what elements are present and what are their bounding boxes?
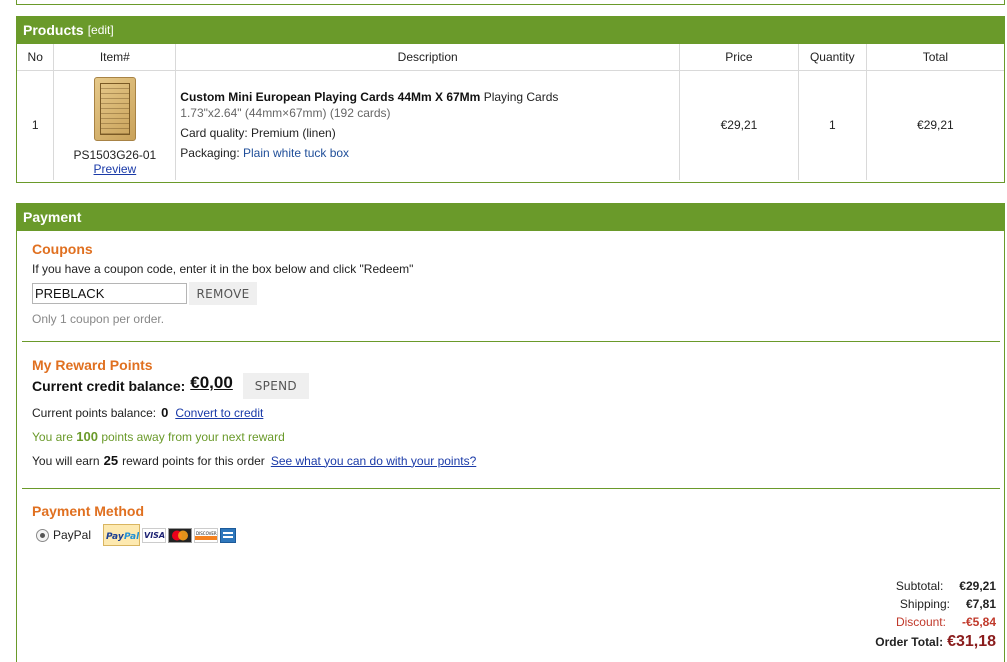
points-balance-value: 0	[161, 405, 169, 420]
payment-header: Payment	[17, 203, 1004, 231]
products-panel: Products [edit] No Item# Description Pri…	[16, 16, 1005, 183]
paypal-option-label: PayPal	[53, 528, 92, 542]
points-balance-label: Current points balance:	[32, 405, 157, 420]
products-table: No Item# Description Price Quantity Tota…	[17, 44, 1004, 180]
preview-link[interactable]: Preview	[94, 162, 137, 176]
col-header-total: Total	[865, 44, 1004, 71]
visa-logo-icon: VISA	[142, 527, 167, 543]
product-thumbnail[interactable]	[93, 76, 136, 141]
payment-method-title: Payment Method	[32, 503, 145, 519]
coupons-section: Coupons If you have a coupon code, enter…	[17, 231, 1004, 341]
coupons-title: Coupons	[32, 241, 93, 257]
credit-balance-value: €0,00	[190, 373, 233, 392]
subtotal-label: Subtotal:	[895, 579, 944, 593]
credit-balance-label: Current credit balance:	[32, 378, 186, 394]
order-total-row: Order Total: €31,18	[875, 631, 996, 653]
convert-to-credit-link[interactable]: Convert to credit	[175, 406, 263, 420]
discount-row: Discount: -€5,84	[875, 613, 996, 631]
col-header-no: No	[17, 44, 55, 71]
shipping-row: Shipping: €7,81	[875, 595, 996, 613]
row-total: €29,21	[865, 69, 1004, 180]
coupons-instructions: If you have a coupon code, enter it in t…	[32, 262, 414, 276]
earn-value: 25	[103, 453, 119, 468]
packaging-value: Plain white tuck box	[243, 146, 350, 161]
product-dimensions: 1.73"x2.64" (44mm×67mm) (192 cards)	[180, 105, 391, 120]
products-edit-link[interactable]: [edit]	[88, 23, 114, 37]
row-item: PS1503G26-01 Preview	[53, 69, 177, 180]
payment-method-section: Payment Method PayPal Pay Pal VISA DISCOV…	[17, 489, 1004, 546]
earn-suffix: reward points for this order	[122, 453, 265, 468]
products-header: Products [edit]	[17, 16, 1004, 44]
coupon-note: Only 1 coupon per order.	[32, 312, 165, 326]
amex-logo-icon	[220, 527, 237, 543]
svg-text:VISA: VISA	[144, 531, 165, 540]
col-header-item: Item#	[53, 44, 177, 71]
paypal-radio[interactable]	[36, 528, 49, 542]
rewards-section: My Reward Points Current credit balance:…	[17, 342, 1004, 488]
card-quality-value: Premium (linen)	[251, 125, 336, 140]
col-header-quantity: Quantity	[797, 44, 867, 71]
discount-value: -€5,84	[961, 615, 996, 629]
products-table-header: No Item# Description Price Quantity Tota…	[17, 44, 1004, 71]
payment-logos: Pay Pal VISA DISCOVER	[103, 524, 237, 546]
paypal-logo-icon: Pay Pal	[103, 524, 141, 546]
svg-text:DISCOVER: DISCOVER	[196, 531, 217, 536]
shipping-value: €7,81	[965, 597, 996, 611]
shipping-label: Shipping:	[899, 597, 950, 611]
order-totals: Subtotal: €29,21 Shipping: €7,81 Discoun…	[875, 577, 996, 653]
payment-panel: Payment Coupons If you have a coupon cod…	[16, 203, 1005, 662]
points-away-prefix: You are	[32, 430, 73, 444]
order-total-value: €31,18	[947, 633, 996, 650]
spend-button[interactable]: SPEND	[242, 373, 309, 399]
order-total-label: Order Total:	[875, 635, 944, 649]
remove-coupon-button[interactable]: REMOVE	[189, 282, 257, 305]
product-title-suffix: Playing Cards	[483, 89, 559, 104]
product-title: Custom Mini European Playing Cards 44Mm …	[180, 89, 481, 104]
svg-text:Pal: Pal	[124, 532, 139, 541]
points-away-value: 100	[76, 429, 98, 444]
payment-title: Payment	[23, 209, 82, 225]
row-quantity: 1	[797, 69, 867, 180]
row-description: Custom Mini European Playing Cards 44Mm …	[175, 69, 681, 180]
packaging: Packaging: Plain white tuck box	[180, 145, 675, 161]
products-title: Products	[23, 22, 84, 38]
subtotal-value: €29,21	[959, 579, 996, 593]
mastercard-logo-icon	[168, 527, 193, 543]
svg-text:Pay: Pay	[106, 532, 125, 541]
table-row: 1 PS1503G26-01 Preview Custom Mini Europ…	[17, 69, 1004, 180]
earn-prefix: You will earn	[32, 453, 100, 468]
previous-panel-bottom	[16, 0, 1005, 5]
coupon-code-input[interactable]	[32, 283, 187, 304]
points-away-suffix: points away from your next reward	[101, 430, 285, 444]
rewards-title: My Reward Points	[32, 357, 153, 373]
card-quality-label: Card quality:	[180, 125, 248, 140]
packaging-label: Packaging:	[180, 146, 240, 161]
card-quality: Card quality: Premium (linen)	[180, 125, 675, 141]
col-header-description: Description	[175, 44, 681, 71]
row-sku: PS1503G26-01	[73, 147, 157, 162]
row-no: 1	[17, 69, 55, 180]
see-points-link[interactable]: See what you can do with your points?	[271, 454, 476, 468]
points-away-line: You are 100 points away from your next r…	[32, 429, 989, 444]
row-price: €29,21	[679, 69, 799, 180]
subtotal-row: Subtotal: €29,21	[875, 577, 996, 595]
discount-label: Discount:	[895, 615, 946, 629]
discover-logo-icon: DISCOVER	[194, 527, 219, 543]
col-header-price: Price	[679, 44, 799, 71]
